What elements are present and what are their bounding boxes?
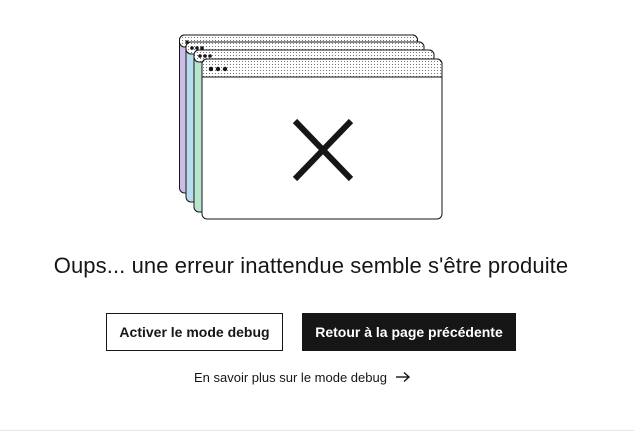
error-illustration bbox=[178, 33, 444, 221]
learn-more-label: En savoir plus sur le mode debug bbox=[194, 369, 387, 385]
error-headline: Oups... une erreur inattendue semble s'ê… bbox=[53, 253, 569, 278]
error-page: Oups... une erreur inattendue semble s'ê… bbox=[0, 0, 634, 434]
bottom-divider bbox=[0, 430, 634, 431]
arrow-right-icon bbox=[395, 371, 411, 383]
learn-more-debug-link[interactable]: En savoir plus sur le mode debug bbox=[194, 366, 411, 388]
stacked-browser-windows-error-icon bbox=[179, 34, 443, 220]
go-back-button[interactable]: Retour à la page précédente bbox=[302, 313, 516, 351]
enable-debug-button[interactable]: Activer le mode debug bbox=[106, 313, 283, 351]
